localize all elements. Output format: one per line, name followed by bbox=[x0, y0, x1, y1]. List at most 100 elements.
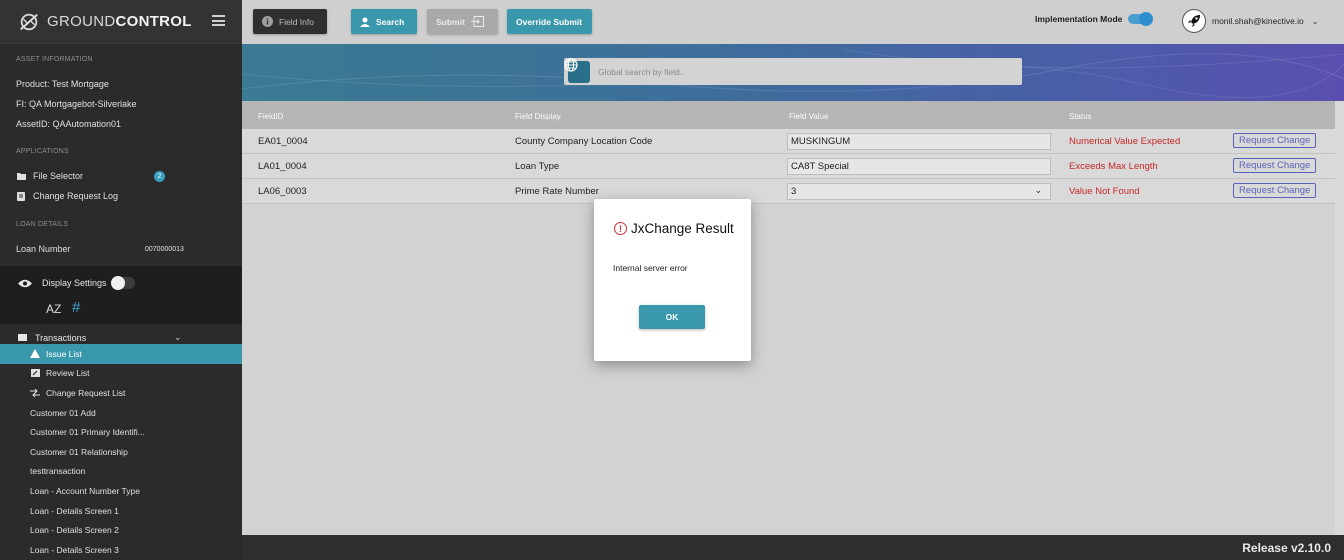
display-settings-row: Display Settings bbox=[18, 276, 135, 290]
sidebar-item-customer-01-add[interactable]: Customer 01 Add bbox=[0, 403, 242, 423]
transactions-icon bbox=[18, 334, 27, 341]
asset-info-title: ASSET INFORMATION bbox=[16, 56, 93, 63]
sidebar-item-label: Loan - Account Number Type bbox=[30, 485, 140, 496]
request-change-button[interactable]: Request Change bbox=[1233, 158, 1317, 173]
dialog-message: Internal server error bbox=[613, 263, 688, 273]
sidebar-item-testtransaction[interactable]: testtransaction bbox=[0, 462, 242, 482]
field-value-text: CA8T Special bbox=[791, 161, 849, 172]
issue-table: FieldID Field Display Field Value Status… bbox=[242, 101, 1344, 535]
sidebar-item-file-selector[interactable]: File Selector 2 bbox=[0, 170, 242, 182]
chevron-down-icon: ⌄ bbox=[174, 332, 182, 342]
footer-bar: Release v2.10.0 bbox=[242, 535, 1344, 560]
compare-icon bbox=[30, 388, 40, 397]
dialog-title-text: JxChange Result bbox=[631, 221, 734, 236]
error-circle-icon: ! bbox=[614, 222, 627, 235]
search-button[interactable]: Search bbox=[351, 9, 417, 34]
field-id-cell: EA01_0004 bbox=[258, 136, 308, 147]
sidebar-item-customer-01-relationship[interactable]: Customer 01 Relationship bbox=[0, 442, 242, 462]
loan-number-row: Loan Number 0070000013 bbox=[0, 244, 242, 254]
submit-button[interactable]: Submit bbox=[427, 9, 498, 34]
chevron-down-icon: ⌄ bbox=[1034, 185, 1042, 195]
loan-number-value: 0070000013 bbox=[145, 245, 184, 253]
sidebar-item-review-list[interactable]: Review List bbox=[0, 364, 242, 384]
document-icon bbox=[16, 191, 26, 201]
eye-icon bbox=[18, 279, 32, 287]
field-display-cell: Loan Type bbox=[515, 161, 560, 172]
field-value-text: MUSKINGUM bbox=[791, 136, 851, 147]
field-value-select[interactable]: 3 ⌄ bbox=[787, 183, 1051, 200]
brand-header: GROUNDCONTROL bbox=[0, 0, 242, 44]
global-search-placeholder: Global search by field.. bbox=[598, 66, 685, 77]
field-value-input[interactable]: MUSKINGUM bbox=[787, 133, 1051, 150]
sidebar-item-label: Loan - Details Screen 3 bbox=[30, 544, 119, 555]
rocket-avatar-icon bbox=[1182, 9, 1206, 33]
display-settings-panel: Display Settings AZ # bbox=[0, 266, 242, 324]
sidebar-item-loan-details-screen-1[interactable]: Loan - Details Screen 1 bbox=[0, 501, 242, 521]
sidebar-item-change-request-list[interactable]: Change Request List bbox=[0, 383, 242, 403]
status-cell: Numerical Value Expected bbox=[1069, 136, 1181, 147]
top-toolbar: Field Info Search Submit Override Submit… bbox=[242, 0, 1344, 44]
sidebar: GROUNDCONTROL ASSET INFORMATION Product:… bbox=[0, 0, 242, 560]
sort-alpha-icon[interactable]: AZ bbox=[46, 302, 61, 316]
header-field-value: Field Value bbox=[789, 112, 829, 121]
sidebar-item-change-request-log[interactable]: Change Request Log bbox=[0, 191, 242, 201]
applications-title: APPLICATIONS bbox=[16, 148, 69, 155]
implementation-mode-toggle[interactable] bbox=[1128, 12, 1154, 26]
sidebar-item-label: Customer 01 Add bbox=[30, 407, 96, 418]
hamburger-menu-icon[interactable] bbox=[212, 15, 225, 26]
field-display-cell: County Company Location Code bbox=[515, 136, 653, 147]
global-search-input[interactable]: Global search by field.. bbox=[564, 58, 1022, 85]
sort-number-icon[interactable]: # bbox=[72, 299, 80, 316]
ok-button[interactable]: OK bbox=[639, 305, 705, 329]
sidebar-item-label: Loan - Details Screen 1 bbox=[30, 505, 119, 516]
header-status: Status bbox=[1069, 112, 1092, 121]
warning-icon bbox=[30, 349, 40, 359]
override-submit-label: Override Submit bbox=[516, 16, 583, 27]
header-field-id: FieldID bbox=[258, 112, 284, 121]
login-arrow-icon bbox=[470, 16, 484, 27]
folder-icon bbox=[16, 171, 26, 181]
display-settings-label: Display Settings bbox=[42, 278, 107, 288]
field-display-cell: Prime Rate Number bbox=[515, 186, 599, 197]
sidebar-item-loan-account-number-type[interactable]: Loan - Account Number Type bbox=[0, 481, 242, 501]
display-settings-toggle[interactable] bbox=[110, 276, 135, 290]
sidebar-item-issue-list[interactable]: Issue List bbox=[0, 344, 242, 364]
request-change-button[interactable]: Request Change bbox=[1233, 133, 1317, 148]
vertical-scrollbar[interactable] bbox=[1335, 101, 1344, 535]
search-banner: Global search by field.. bbox=[242, 44, 1344, 101]
sidebar-item-label: Loan - Details Screen 2 bbox=[30, 525, 119, 536]
review-icon bbox=[30, 368, 40, 378]
implementation-mode-label: Implementation Mode bbox=[1035, 14, 1123, 24]
sidebar-item-label: Review List bbox=[46, 368, 90, 379]
sidebar-item-customer-01-primary-identification[interactable]: Customer 01 Primary Identifi... bbox=[0, 422, 242, 442]
info-icon bbox=[262, 16, 273, 27]
sidebar-item-label: Customer 01 Primary Identifi... bbox=[30, 427, 145, 438]
field-info-button[interactable]: Field Info bbox=[253, 9, 327, 34]
transactions-toggle[interactable]: Transactions ⌄ bbox=[0, 331, 242, 344]
transactions-list: Issue List Review List Change Request Li… bbox=[0, 344, 242, 560]
table-row: EA01_0004 County Company Location Code M… bbox=[242, 129, 1335, 154]
product-info: Product: Test Mortgage bbox=[16, 79, 109, 89]
table-header: FieldID Field Display Field Value Status bbox=[242, 101, 1335, 129]
user-icon bbox=[360, 17, 370, 27]
sidebar-item-label: File Selector bbox=[33, 171, 84, 181]
fi-info: FI: QA Mortgagebot-Silverlake bbox=[16, 99, 137, 109]
user-email: monil.shah@kinective.io bbox=[1212, 16, 1304, 26]
implementation-mode: Implementation Mode bbox=[1035, 12, 1154, 26]
transactions-label: Transactions bbox=[35, 332, 87, 343]
override-submit-button[interactable]: Override Submit bbox=[507, 9, 592, 34]
user-menu[interactable]: monil.shah@kinective.io ⌄ bbox=[1182, 9, 1319, 33]
sidebar-item-loan-details-screen-3[interactable]: Loan - Details Screen 3 bbox=[0, 540, 242, 560]
request-change-button[interactable]: Request Change bbox=[1233, 183, 1317, 198]
sidebar-item-label: Change Request List bbox=[46, 387, 126, 398]
status-cell: Value Not Found bbox=[1069, 186, 1140, 197]
sidebar-item-loan-details-screen-2[interactable]: Loan - Details Screen 2 bbox=[0, 520, 242, 540]
sidebar-item-label: Customer 01 Relationship bbox=[30, 446, 128, 457]
submit-label: Submit bbox=[436, 16, 465, 27]
sidebar-item-label: Issue List bbox=[46, 348, 82, 359]
table-row: LA06_0003 Prime Rate Number 3 ⌄ Value No… bbox=[242, 179, 1335, 204]
field-value-input[interactable]: CA8T Special bbox=[787, 158, 1051, 175]
release-version: Release v2.10.0 bbox=[1242, 541, 1331, 555]
dialog-title: ! JxChange Result bbox=[614, 221, 734, 236]
search-label: Search bbox=[376, 16, 405, 27]
